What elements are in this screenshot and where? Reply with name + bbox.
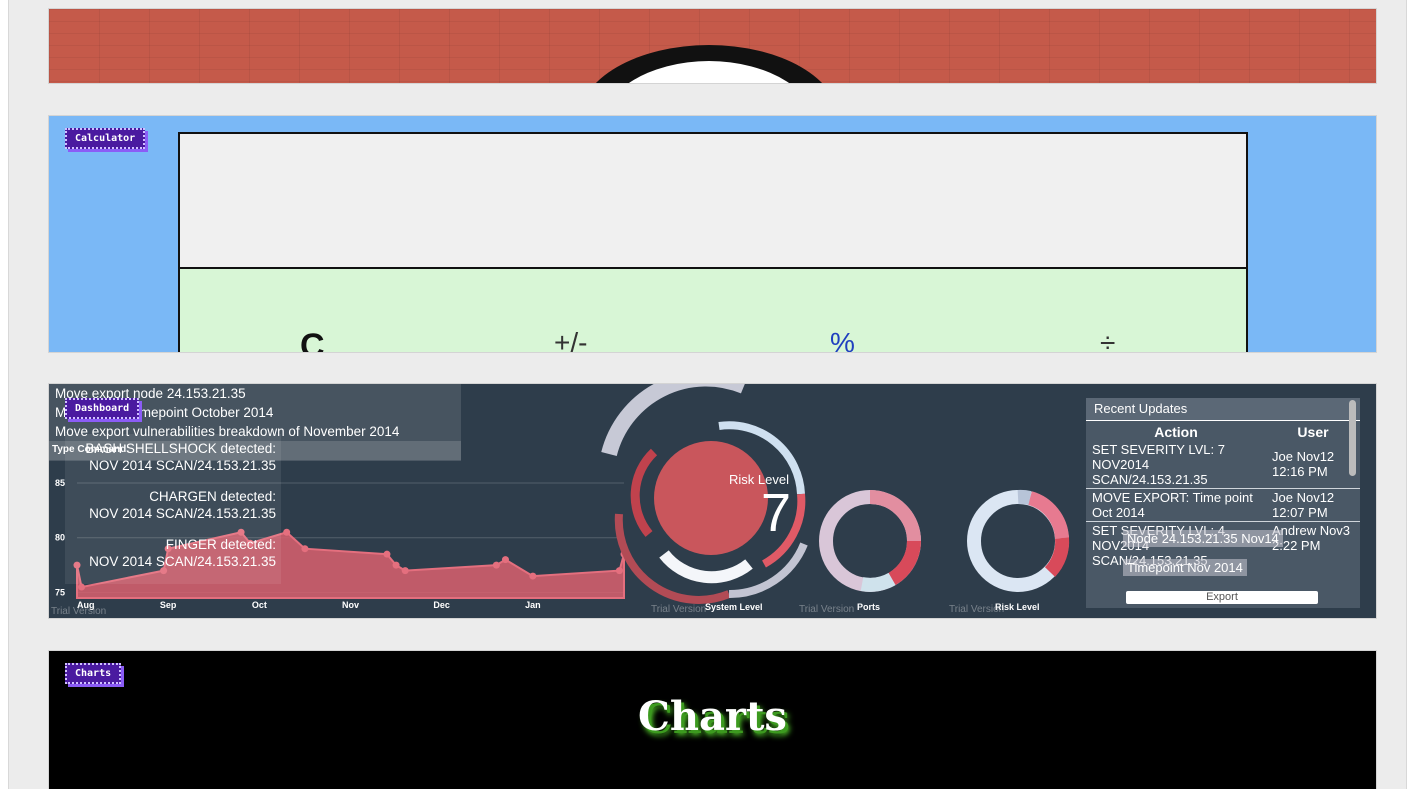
x-tick-label: Dec xyxy=(433,600,450,610)
ring-segment xyxy=(888,540,921,586)
y-tick-label: 85 xyxy=(55,478,65,488)
ring-segment xyxy=(1017,489,1032,505)
divide-key[interactable]: ÷ xyxy=(1100,327,1115,352)
trial-watermark: Trial Version xyxy=(799,604,855,615)
y-tick-label: 80 xyxy=(55,533,65,543)
ring-segment xyxy=(860,572,896,592)
dashboard-tag[interactable]: Dashboard xyxy=(65,398,140,419)
update-action: MOVE EXPORT: Time point Oct 2014 xyxy=(1086,488,1266,522)
charts-card[interactable]: Charts Charts xyxy=(49,651,1376,789)
update-user: Joe Nov12 12:16 PM xyxy=(1266,441,1360,489)
alert-detail: NOV 2014 SCAN/24.153.21.35 xyxy=(89,554,276,569)
data-point xyxy=(529,572,537,580)
data-point xyxy=(492,561,500,569)
clear-key[interactable]: C xyxy=(300,327,325,352)
data-point xyxy=(383,550,391,558)
data-point xyxy=(78,583,86,591)
export-button[interactable]: Export xyxy=(1126,591,1318,604)
data-point xyxy=(283,528,291,536)
user-header: User xyxy=(1297,424,1329,440)
calculator: C +/- % ÷ xyxy=(178,132,1248,352)
node-tooltip: Node 24.153.21.35 Nov14 xyxy=(1123,530,1283,547)
alert-detail: NOV 2014 SCAN/24.153.21.35 xyxy=(89,458,276,473)
calculator-keypad: C +/- % ÷ xyxy=(180,269,1246,352)
sign-key[interactable]: +/- xyxy=(554,327,587,352)
x-tick-label: Oct xyxy=(252,600,267,610)
ring-segment xyxy=(1044,537,1070,577)
table-row: MOVE EXPORT: Time point Oct 2014 Joe Nov1… xyxy=(1086,488,1360,522)
trial-watermark: Trial Version xyxy=(51,606,107,617)
data-point xyxy=(401,567,409,575)
percent-key[interactable]: % xyxy=(830,327,855,352)
arc-segment xyxy=(630,448,658,537)
y-tick-label: 75 xyxy=(55,588,65,598)
x-tick-label: Nov xyxy=(342,600,359,610)
update-action: SET SEVERITY LVL: 7 NOV2014 SCAN/24.153.… xyxy=(1086,441,1266,489)
trial-watermark: Trial Version xyxy=(651,604,707,615)
alert-detail: NOV 2014 SCAN/24.153.21.35 xyxy=(89,506,276,521)
action-header: Action xyxy=(1154,424,1198,440)
ports-ring xyxy=(819,490,921,592)
dashboard-card[interactable]: Move export node 24.153.21.35 Move expor… xyxy=(49,384,1376,618)
alert-title: FINGER detected: xyxy=(165,537,276,552)
ring-segment xyxy=(869,490,921,542)
ring-segment xyxy=(1027,491,1069,539)
risk-value: 7 xyxy=(760,483,791,543)
calculator-display xyxy=(180,134,1246,269)
system-level-label: System Level xyxy=(705,602,763,612)
risk-level-ring xyxy=(967,489,1070,592)
data-point xyxy=(301,545,309,553)
table-row: SET SEVERITY LVL: 7 NOV2014 SCAN/24.153.… xyxy=(1086,441,1360,489)
recent-updates-panel: Recent Updates Action User SET SEVERITY L… xyxy=(1086,398,1360,608)
charts-tag[interactable]: Charts xyxy=(65,663,122,684)
data-point xyxy=(392,561,400,569)
timepoint-tooltip: Timepoint Nov 2014 xyxy=(1123,559,1247,576)
charts-title: Charts xyxy=(638,693,787,740)
alert-title: BASH SHELLSHOCK detected: xyxy=(85,441,276,456)
page: Calculator C +/- % ÷ Move export node 24… xyxy=(8,0,1407,789)
x-tick-label: Sep xyxy=(160,600,177,610)
arc-segment xyxy=(659,550,753,584)
trial-watermark: Trial Version xyxy=(949,604,1005,615)
alerts-panel: BASH SHELLSHOCK detected: NOV 2014 SCAN/2… xyxy=(65,434,281,584)
data-point xyxy=(501,556,509,564)
updates-table: Action User SET SEVERITY LVL: 7 NOV2014 S… xyxy=(1086,423,1360,569)
calculator-card[interactable]: Calculator C +/- % ÷ xyxy=(49,116,1376,352)
alert-title: CHARGEN detected: xyxy=(149,489,276,504)
calculator-tag[interactable]: Calculator xyxy=(65,128,146,149)
gauge-card xyxy=(49,9,1376,83)
ports-label: Ports xyxy=(857,602,881,612)
scrollbar[interactable] xyxy=(1349,400,1356,476)
update-user: Joe Nov12 12:07 PM xyxy=(1266,488,1360,522)
x-tick-label: Jan xyxy=(525,600,541,610)
recent-updates-title: Recent Updates xyxy=(1086,398,1360,421)
